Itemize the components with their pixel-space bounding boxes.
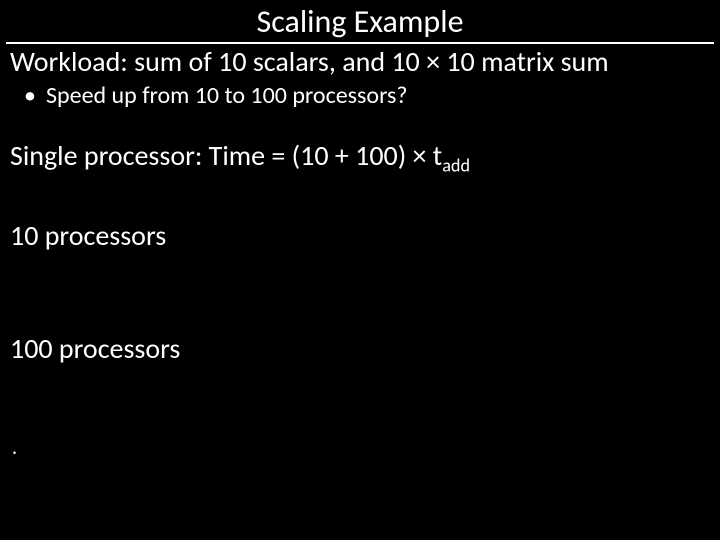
speedup-text: Speed up from 10 to 100 processors?: [46, 81, 408, 110]
trailing-dot: .: [10, 436, 710, 460]
slide: Scaling Example Workload: sum of 10 scal…: [0, 0, 720, 540]
speedup-bullet: •Speed up from 10 to 100 processors?: [10, 83, 710, 109]
workload-line: Workload: sum of 10 scalars, and 10 × 10…: [10, 48, 710, 77]
single-prefix: Single processor: Time = (10 + 100) × t: [10, 138, 442, 173]
single-subscript: add: [442, 155, 470, 177]
bullet-dot-icon: •: [24, 83, 46, 109]
slide-title: Scaling Example: [6, 0, 714, 44]
single-processor-line: Single processor: Time = (10 + 100) × ta…: [10, 141, 710, 176]
hundred-processors-line: 100 processors: [10, 331, 710, 366]
ten-processors-line: 10 processors: [10, 218, 710, 253]
slide-body: Workload: sum of 10 scalars, and 10 × 10…: [0, 44, 720, 460]
